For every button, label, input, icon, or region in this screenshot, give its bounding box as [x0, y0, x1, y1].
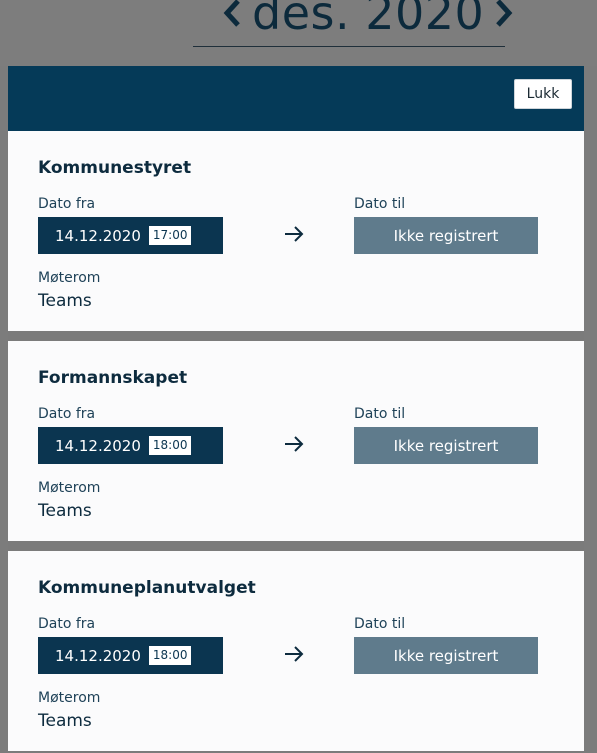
meeting-title: Kommuneplanutvalget [38, 578, 256, 598]
arrow-right-icon [285, 226, 304, 242]
date-to-label: Dato til [354, 406, 406, 422]
date-from-label: Dato fra [38, 406, 96, 422]
date-from-field[interactable]: 14.12.2020 18:00 [38, 427, 223, 464]
meeting-title: Formannskapet [38, 368, 188, 388]
arrow-right-icon [285, 646, 304, 662]
date-from-field[interactable]: 14.12.2020 18:00 [38, 637, 223, 674]
close-button[interactable]: Lukk [514, 79, 572, 109]
arrow-right-icon [285, 436, 304, 452]
month-label: des. 2020 [252, 0, 485, 40]
meeting-title: Kommunestyret [38, 158, 192, 178]
date-to-label: Dato til [354, 616, 406, 632]
modal-header: Lukk [8, 66, 584, 131]
time-from-value: 18:00 [148, 436, 192, 455]
time-from-value: 17:00 [148, 226, 192, 245]
chevron-right-icon[interactable] [494, 0, 514, 28]
month-underline [193, 46, 505, 47]
date-to-status-button[interactable]: Ikke registrert [354, 217, 538, 254]
date-to-status-button[interactable]: Ikke registrert [354, 637, 538, 674]
month-navigation: des. 2020 [222, 0, 514, 44]
date-from-field[interactable]: 14.12.2020 17:00 [38, 217, 223, 254]
calendar-header: des. 2020 [0, 0, 597, 66]
room-label: Møterom [38, 690, 101, 706]
chevron-left-icon[interactable] [222, 0, 242, 28]
room-value: Teams [38, 711, 92, 731]
room-value: Teams [38, 291, 92, 311]
room-label: Møterom [38, 480, 101, 496]
meeting-card: Kommunestyret Dato fra Dato til 14.12.20… [8, 131, 584, 331]
date-to-status-button[interactable]: Ikke registrert [354, 427, 538, 464]
date-from-label: Dato fra [38, 196, 96, 212]
date-to-label: Dato til [354, 196, 406, 212]
date-from-label: Dato fra [38, 616, 96, 632]
room-label: Møterom [38, 270, 101, 286]
date-from-value: 14.12.2020 [55, 436, 141, 455]
meeting-card: Kommuneplanutvalget Dato fra Dato til 14… [8, 551, 584, 751]
time-from-value: 18:00 [148, 646, 192, 665]
room-value: Teams [38, 501, 92, 521]
date-from-value: 14.12.2020 [55, 226, 141, 245]
meeting-modal: Lukk Kommunestyret Dato fra Dato til 14.… [8, 66, 584, 753]
date-from-value: 14.12.2020 [55, 646, 141, 665]
meeting-card: Formannskapet Dato fra Dato til 14.12.20… [8, 341, 584, 541]
